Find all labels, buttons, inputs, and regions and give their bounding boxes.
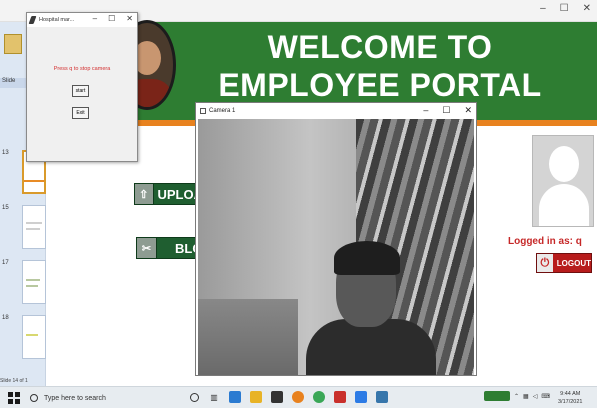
maximize-icon[interactable]: ☐ [560, 3, 569, 14]
clock-time: 9:44 AM [560, 391, 581, 397]
logged-in-status: Logged in as: q [508, 236, 582, 247]
window-icon [200, 108, 206, 114]
slide-thumbnail[interactable] [22, 260, 46, 304]
upload-icon: ⇧ [135, 184, 154, 204]
logout-button[interactable]: ⏻ LOGOUT [536, 253, 592, 273]
chevron-up-icon[interactable]: ⌃ [514, 393, 519, 400]
slide-number: 15 [2, 205, 9, 211]
camera-feed [198, 119, 474, 375]
system-tray: ⌃ ▦ ◁ ⌨ [484, 391, 550, 401]
battery-icon[interactable] [484, 391, 510, 401]
minimize-icon[interactable]: – [423, 105, 428, 116]
slide-number: 17 [2, 260, 9, 266]
minimize-icon[interactable]: – [540, 3, 546, 14]
paste-icon[interactable] [4, 34, 22, 54]
slide-number: 13 [2, 150, 9, 156]
block-button[interactable]: ✂ BLC [136, 237, 204, 259]
close-icon[interactable]: ✕ [583, 3, 591, 14]
task-view-icon[interactable]: ▥ [208, 391, 220, 403]
clock-date: 3/17/2021 [558, 399, 583, 405]
network-icon[interactable]: ▦ [523, 393, 529, 400]
maximize-icon[interactable]: ☐ [442, 105, 450, 116]
search-placeholder: Type here to search [44, 394, 106, 402]
maximize-icon[interactable]: ☐ [108, 14, 115, 23]
slide-number: 18 [2, 315, 9, 321]
feather-icon [28, 16, 37, 24]
clock[interactable]: 9:44 AM 3/17/2021 [558, 390, 582, 406]
background-window-controls: – ☐ ✕ [540, 3, 591, 14]
app-titlebar[interactable]: Hospital mar... – ☐ ✕ [27, 13, 137, 27]
upload-button[interactable]: ⇧ UPLOA [134, 183, 204, 205]
search-icon [30, 394, 38, 402]
page-title: WELCOME TO EMPLOYEE PORTAL [218, 29, 542, 103]
cortana-icon[interactable] [190, 392, 199, 402]
close-icon[interactable]: ✕ [126, 14, 133, 23]
edge-icon[interactable] [229, 391, 241, 403]
camera-titlebar[interactable]: Camera 1 – ☐ ✕ [196, 103, 476, 119]
keyboard-icon[interactable]: ⌨ [541, 393, 550, 400]
logout-label: LOGOUT [556, 258, 591, 268]
store-icon[interactable] [271, 391, 283, 403]
slide-status: Slide 14 of 1 [0, 378, 28, 384]
taskbar-apps: ▥ [190, 391, 388, 403]
firefox-icon[interactable] [292, 391, 304, 403]
file-explorer-icon[interactable] [250, 391, 262, 403]
slide-thumbnail[interactable] [22, 315, 46, 359]
power-icon: ⏻ [537, 254, 553, 272]
powerpoint-icon[interactable] [334, 391, 346, 403]
close-icon[interactable]: ✕ [464, 105, 472, 116]
profile-avatar [532, 135, 594, 227]
app-control-window[interactable]: Hospital mar... – ☐ ✕ Press q to stop ca… [26, 12, 138, 162]
exit-button[interactable]: Exit [72, 107, 89, 119]
slide-thumbnail[interactable] [22, 205, 46, 249]
minimize-icon[interactable]: – [93, 14, 97, 23]
app-window-title: Hospital mar... [39, 17, 75, 23]
python-icon[interactable] [376, 391, 388, 403]
camera-window[interactable]: Camera 1 – ☐ ✕ [195, 102, 477, 376]
vscode-icon[interactable] [355, 391, 367, 403]
chrome-icon[interactable] [313, 391, 325, 403]
scissors-icon: ✂ [137, 238, 157, 258]
taskbar: Type here to search ▥ ⌃ ▦ ◁ ⌨ 9:44 AM 3/… [0, 386, 597, 408]
start-button[interactable]: start [72, 85, 89, 97]
camera-hint: Press q to stop camera [53, 66, 111, 72]
volume-icon[interactable]: ◁ [533, 393, 538, 400]
windows-start-icon[interactable] [8, 392, 20, 404]
taskbar-search[interactable]: Type here to search [30, 390, 180, 406]
camera-window-title: Camera 1 [209, 108, 236, 114]
